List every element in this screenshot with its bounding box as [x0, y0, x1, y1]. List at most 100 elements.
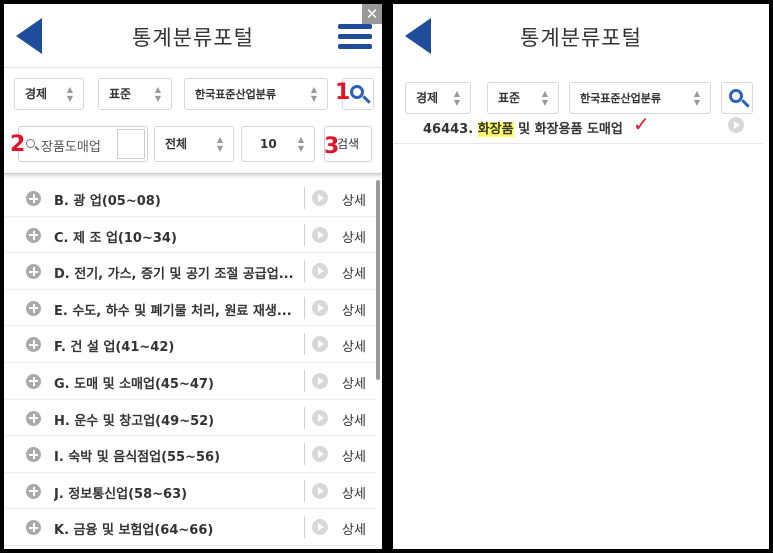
list-item[interactable]: F. 건 설 업(41~42) 상세	[4, 326, 376, 363]
query-input[interactable]: 장품도매업	[18, 126, 148, 162]
check-mark-icon: ✓	[633, 112, 650, 136]
list-item[interactable]: I. 숙박 및 음식점업(55~56) 상세	[4, 436, 376, 473]
type-select[interactable]: 경제 ▲ ▼	[14, 78, 84, 110]
close-icon[interactable]: ✕	[362, 4, 382, 24]
list-item-label: F. 건 설 업(41~42)	[54, 340, 175, 356]
divider	[304, 187, 305, 209]
list-item[interactable]: H. 운수 및 창고업(49~52) 상세	[4, 400, 376, 437]
select-arrows-icon: ▲ ▼	[693, 89, 700, 107]
search-result-item[interactable]: 46443. 화장품 및 화장용품 도매업 ✓	[393, 106, 763, 144]
standard-select-value: 표준	[109, 87, 132, 101]
list-item[interactable]: J. 정보통신업(58~63) 상세	[4, 473, 376, 510]
result-label: 46443. 화장품 및 화장용품 도매업	[423, 118, 623, 137]
detail-link[interactable]: 상세	[342, 300, 366, 319]
play-circle-icon[interactable]	[312, 446, 328, 463]
query-input-value: 장품도매업	[41, 140, 101, 155]
detail-link[interactable]: 상세	[342, 410, 366, 429]
result-rest: 및 화장용품 도매업	[518, 122, 623, 137]
annotation-1: 1	[335, 80, 351, 105]
detail-link[interactable]: 상세	[342, 519, 366, 538]
classification-select-value: 한국표준산업분류	[195, 88, 276, 101]
list-item-label: J. 정보통신업(58~63)	[54, 486, 188, 502]
play-circle-icon[interactable]	[312, 409, 328, 426]
type-select-value: 경제	[416, 91, 439, 105]
list-item[interactable]: B. 광 업(05~08) 상세	[4, 180, 376, 217]
divider	[304, 223, 305, 246]
select-arrows-icon: ▲ ▼	[541, 89, 548, 107]
app-header: 통계분류포털 ✕	[4, 4, 382, 68]
list-item[interactable]: C. 제 조 업(10~34) 상세	[4, 217, 376, 254]
annotation-3: 3	[324, 134, 340, 159]
plus-circle-icon[interactable]	[26, 227, 41, 243]
left-screen: 통계분류포털 ✕ 경제 ▲ ▼ 표준 ▲ ▼ 한국표준산업분류 ▲ ▼ 1 장품도매업…	[4, 4, 382, 549]
play-circle-icon[interactable]	[728, 117, 744, 133]
right-screen: 통계분류포털 경제 ▲ ▼ 표준 ▲ ▼ 한국표준산업분류 ▲ ▼ 46443. 화장…	[393, 4, 769, 549]
play-circle-icon[interactable]	[312, 299, 328, 316]
scope-select[interactable]: 전체 ▲ ▼	[154, 126, 234, 162]
type-select-value: 경제	[25, 87, 48, 101]
category-list: B. 광 업(05~08) 상세 C. 제 조 업(10~34) 상세 D. 전기,…	[4, 180, 376, 546]
divider	[304, 333, 305, 356]
annotation-2: 2	[10, 132, 26, 157]
hamburger-menu-icon[interactable]	[338, 24, 372, 50]
detail-link[interactable]: 상세	[342, 227, 366, 246]
page-title: 통계분류포털	[132, 26, 254, 50]
detail-link[interactable]: 상세	[342, 190, 366, 209]
detail-link[interactable]: 상세	[342, 373, 366, 392]
divider	[304, 406, 305, 429]
list-item-label: G. 도매 및 소매업(45~47)	[54, 376, 214, 392]
play-circle-icon[interactable]	[312, 263, 328, 280]
plus-circle-icon[interactable]	[26, 447, 41, 463]
list-item-label: C. 제 조 업(10~34)	[54, 230, 177, 246]
divider	[304, 260, 305, 283]
plus-circle-icon[interactable]	[26, 520, 41, 536]
search-row: 장품도매업 전체 ▲ ▼ 10 ▲ ▼ 검색 2 3	[4, 118, 382, 174]
search-icon	[729, 89, 743, 103]
app-header: 통계분류포털	[393, 4, 769, 68]
plus-circle-icon[interactable]	[26, 191, 41, 206]
list-item-label: E. 수도, 하수 및 폐기물 처리, 원료 재생...	[54, 303, 292, 319]
select-arrows-icon: ▲ ▼	[310, 85, 317, 103]
detail-link[interactable]: 상세	[342, 446, 366, 465]
play-circle-icon[interactable]	[312, 226, 328, 243]
count-select[interactable]: 10 ▲ ▼	[241, 126, 315, 162]
list-item-label: D. 전기, 가스, 증기 및 공기 조절 공급업...	[54, 267, 294, 283]
list-item[interactable]: D. 전기, 가스, 증기 및 공기 조절 공급업... 상세	[4, 253, 376, 290]
list-item[interactable]: G. 도매 및 소매업(45~47) 상세	[4, 363, 376, 400]
plus-circle-icon[interactable]	[26, 264, 41, 280]
count-select-value: 10	[260, 137, 277, 151]
play-circle-icon[interactable]	[312, 519, 328, 536]
list-item-label: K. 금융 및 보험업(64~66)	[54, 523, 214, 539]
play-circle-icon[interactable]	[312, 336, 328, 353]
select-arrows-icon: ▲ ▼	[66, 85, 73, 103]
list-item[interactable]: E. 수도, 하수 및 폐기물 처리, 원료 재생... 상세	[4, 290, 376, 327]
standard-select[interactable]: 표준 ▲ ▼	[98, 78, 172, 110]
detail-link[interactable]: 상세	[342, 336, 366, 355]
plus-circle-icon[interactable]	[26, 483, 41, 499]
detail-link[interactable]: 상세	[342, 483, 366, 502]
input-clear-box[interactable]	[117, 129, 145, 159]
detail-link[interactable]: 상세	[342, 263, 366, 282]
select-arrows-icon: ▲ ▼	[297, 135, 304, 153]
result-highlight: 화장품	[477, 122, 514, 137]
standard-select-value: 표준	[498, 91, 521, 105]
play-circle-icon[interactable]	[312, 190, 328, 206]
select-arrows-icon: ▲ ▼	[154, 85, 161, 103]
plus-circle-icon[interactable]	[26, 337, 41, 353]
scrollbar[interactable]	[376, 180, 380, 380]
select-arrows-icon: ▲ ▼	[216, 135, 223, 153]
list-item[interactable]: K. 금융 및 보험업(64~66) 상세	[4, 509, 376, 546]
classification-select[interactable]: 한국표준산업분류 ▲ ▼	[184, 78, 328, 110]
plus-circle-icon[interactable]	[26, 300, 41, 316]
scope-select-value: 전체	[165, 137, 188, 151]
play-circle-icon[interactable]	[312, 372, 328, 389]
plus-circle-icon[interactable]	[26, 410, 41, 426]
divider	[304, 479, 305, 502]
play-circle-icon[interactable]	[312, 482, 328, 499]
divider	[304, 296, 305, 319]
page-title: 통계분류포털	[520, 26, 642, 50]
list-item-label: B. 광 업(05~08)	[54, 194, 161, 209]
plus-circle-icon[interactable]	[26, 373, 41, 389]
divider	[304, 443, 305, 466]
filter-row: 경제 ▲ ▼ 표준 ▲ ▼ 한국표준산업분류 ▲ ▼ 1	[4, 68, 382, 118]
